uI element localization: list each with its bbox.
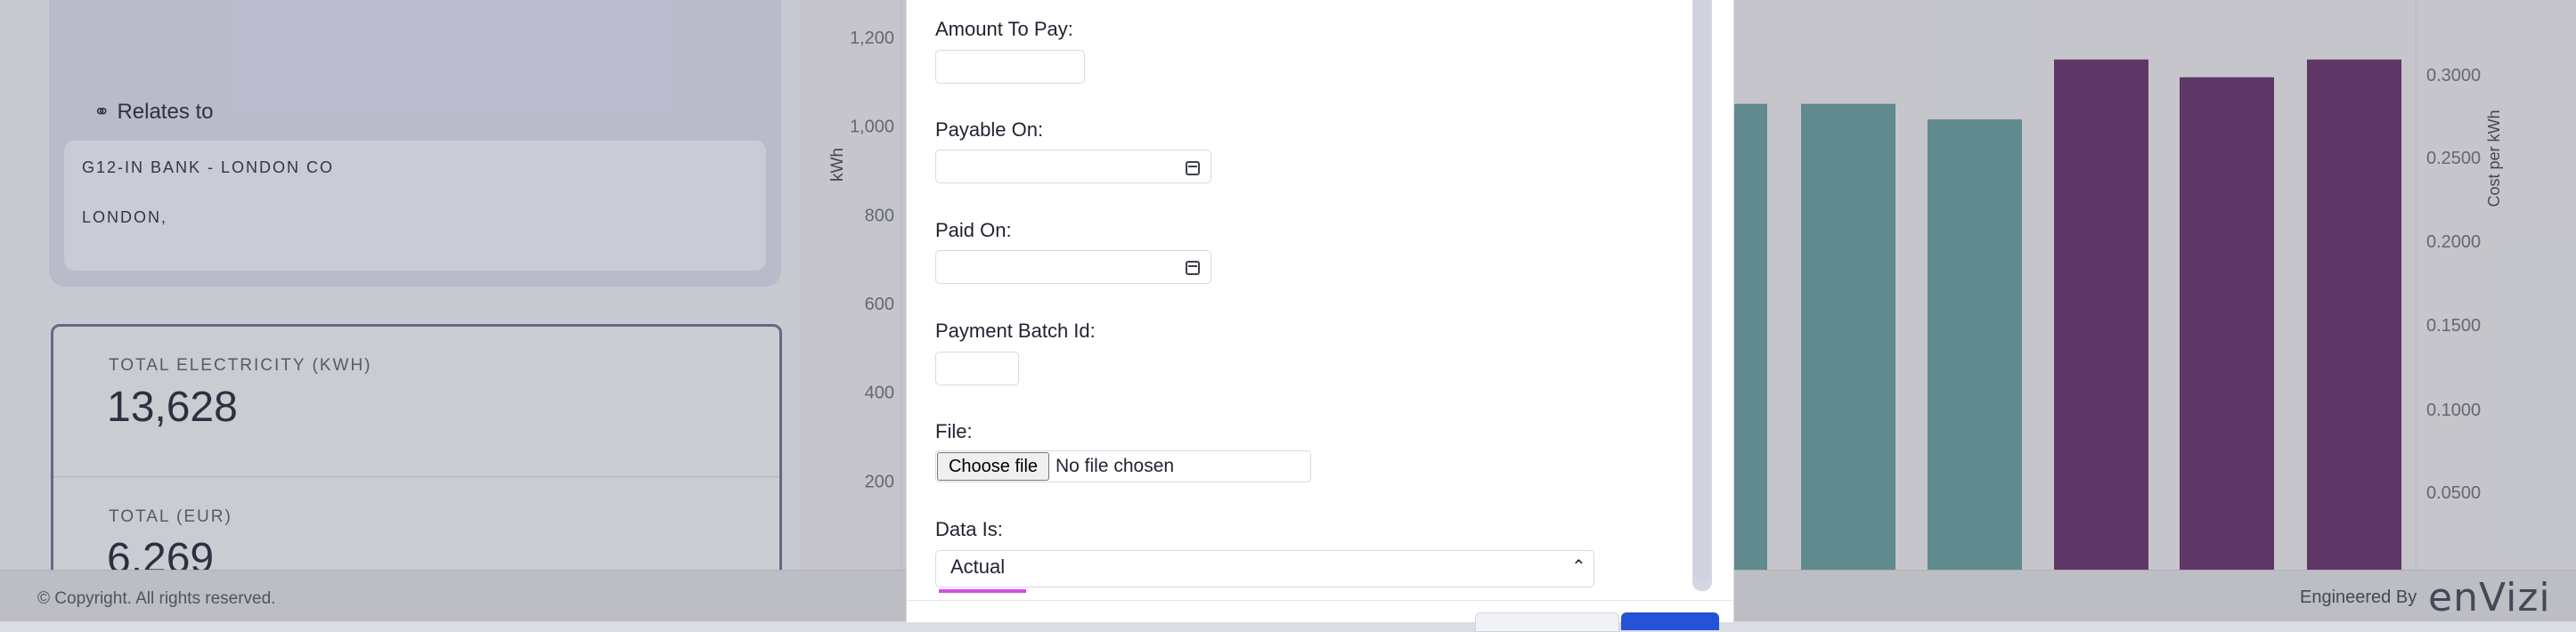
- data-is-label: Data Is:: [935, 518, 1003, 540]
- data-is-select[interactable]: [935, 550, 1594, 587]
- chevron-up-icon: ⌃: [1571, 557, 1586, 577]
- choose-file-button[interactable]: Choose file: [937, 452, 1049, 481]
- amount-to-pay-label: Amount To Pay:: [935, 18, 1073, 40]
- focus-underline: [939, 589, 1026, 593]
- paid-on-label: Paid On:: [935, 219, 1012, 241]
- payment-batch-id-label: Payment Batch Id:: [935, 320, 1096, 342]
- cancel-button[interactable]: [1475, 612, 1619, 632]
- payable-on-input[interactable]: [935, 150, 1211, 183]
- save-button[interactable]: [1621, 612, 1719, 630]
- data-is-selected-value: Actual: [950, 555, 1006, 578]
- modal-scrollbar-thumb[interactable]: [1694, 0, 1710, 582]
- payment-batch-id-input[interactable]: [935, 352, 1019, 385]
- file-status-text: No file chosen: [1056, 456, 1175, 476]
- calendar-icon[interactable]: [1186, 261, 1200, 275]
- calendar-icon[interactable]: [1186, 161, 1200, 175]
- payment-modal: [907, 0, 1733, 621]
- amount-to-pay-input[interactable]: [935, 50, 1085, 84]
- file-label: File:: [935, 420, 973, 442]
- paid-on-input[interactable]: [935, 250, 1211, 284]
- payable-on-label: Payable On:: [935, 118, 1044, 141]
